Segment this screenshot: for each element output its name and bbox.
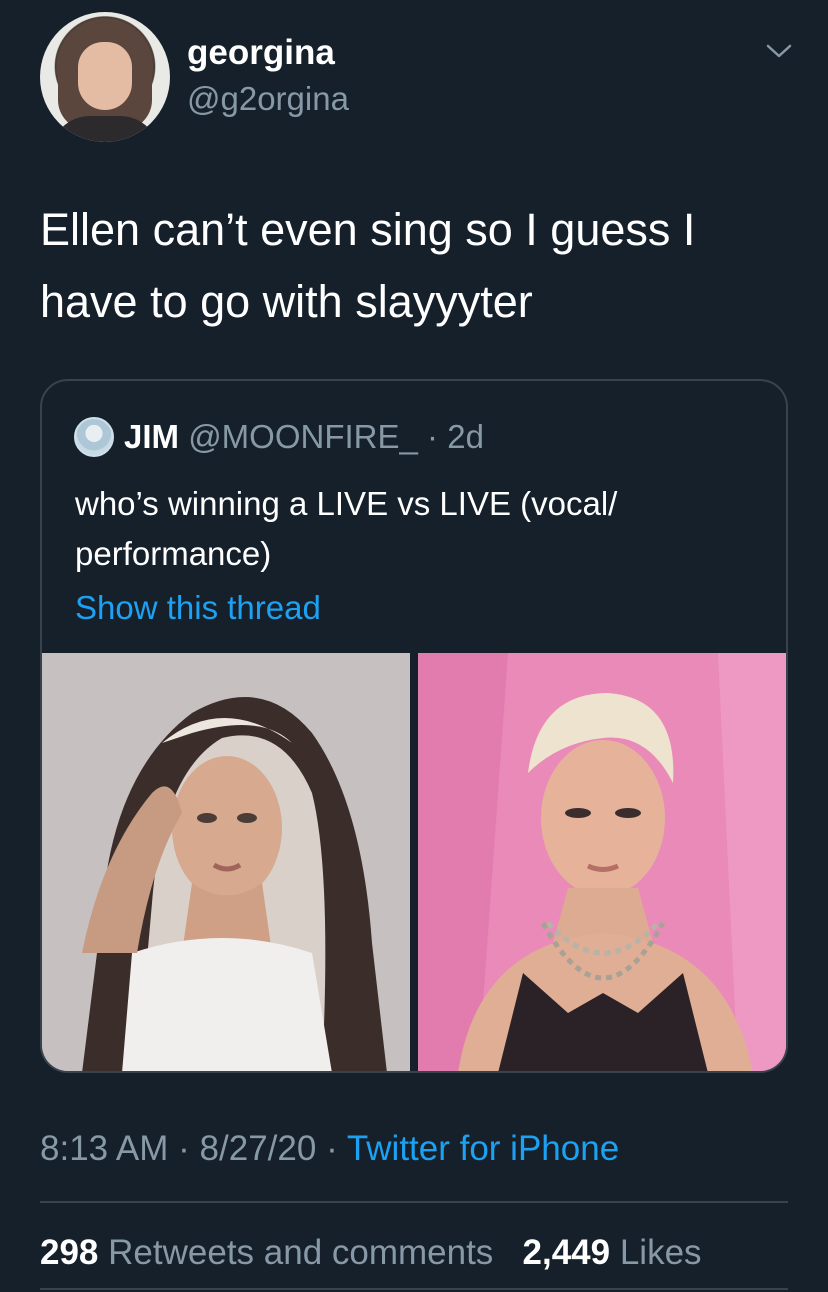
retweets-label: Retweets and comments <box>108 1233 494 1272</box>
author-display-name[interactable]: georgina <box>187 32 335 74</box>
quoted-author-avatar <box>74 417 114 457</box>
tweet-text-line: have to go with slayyyter <box>40 276 533 327</box>
chevron-down-icon[interactable] <box>765 40 793 62</box>
divider <box>40 1288 788 1290</box>
meta-separator: · <box>326 1129 338 1168</box>
tweet-stats: 298 Retweets and comments 2,449 Likes <box>40 1231 702 1275</box>
quoted-tweet-header: JIM @MOONFIRE_ · 2d <box>124 415 484 459</box>
quoted-media[interactable] <box>42 653 786 1071</box>
quoted-author-name: JIM <box>124 418 180 455</box>
tweet-text: Ellen can’t even sing so I guess I have … <box>40 194 800 338</box>
avatar-face <box>78 42 132 110</box>
media-photo-right[interactable] <box>418 653 786 1071</box>
likes-label: Likes <box>619 1233 702 1272</box>
quoted-age: 2d <box>447 418 484 455</box>
quoted-text-line: performance) <box>75 535 272 572</box>
divider <box>40 1201 788 1203</box>
retweets-stat[interactable]: 298 Retweets and comments <box>40 1233 493 1272</box>
author-avatar[interactable] <box>40 12 170 142</box>
quoted-tweet-text: who’s winning a LIVE vs LIVE (vocal/ per… <box>75 479 755 579</box>
tweet-source-link[interactable]: Twitter for iPhone <box>347 1129 619 1168</box>
show-thread-link[interactable]: Show this thread <box>75 585 321 631</box>
quoted-author-handle: @MOONFIRE_ <box>188 418 418 455</box>
likes-stat[interactable]: 2,449 Likes <box>523 1233 702 1272</box>
quoted-tweet-card[interactable]: JIM @MOONFIRE_ · 2d who’s winning a LIVE… <box>40 379 788 1073</box>
tweet-text-line: Ellen can’t even sing so I guess I <box>40 204 696 255</box>
media-photo-left[interactable] <box>42 653 410 1071</box>
quoted-separator: · <box>427 418 439 455</box>
likes-count: 2,449 <box>522 1233 611 1272</box>
tweet-date[interactable]: 8/27/20 <box>200 1129 317 1168</box>
quoted-text-line: who’s winning a LIVE vs LIVE (vocal/ <box>75 485 618 522</box>
retweets-count: 298 <box>40 1233 99 1272</box>
meta-separator: · <box>178 1129 190 1168</box>
tweet-time[interactable]: 8:13 AM <box>40 1129 168 1168</box>
author-handle[interactable]: @g2orgina <box>187 78 349 120</box>
portrait-photo-right <box>418 653 786 1071</box>
tweet-timestamp-line: 8:13 AM · 8/27/20 · Twitter for iPhone <box>40 1127 619 1171</box>
portrait-photo-left <box>42 653 410 1071</box>
media-divider <box>410 653 418 1071</box>
